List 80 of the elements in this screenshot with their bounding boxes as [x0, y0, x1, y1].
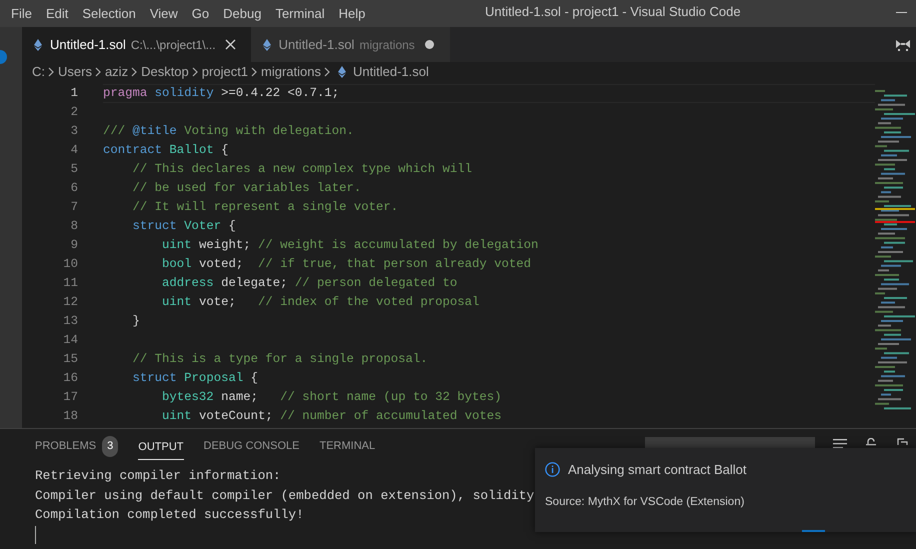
line-number: 4: [70, 142, 79, 159]
chevron-icon: [94, 67, 102, 77]
file-icon: [262, 39, 271, 51]
line-number: 6: [70, 180, 79, 197]
text-cursor: [35, 526, 36, 544]
editor-tab[interactable]: Untitled-1.sol migrations: [250, 27, 450, 62]
panel-tab[interactable]: TERMINAL: [309, 429, 386, 464]
code-line: }: [132, 313, 140, 330]
line-number: 9: [70, 237, 79, 254]
code-line: bytes32 name; // short name (up to 32 bytes): [161, 389, 502, 406]
code-line: struct Voter {: [132, 218, 236, 235]
line-number: 2: [70, 104, 79, 121]
progress-indicator: [802, 530, 825, 532]
output-line: Compiler using default compiler (embedded on extension), solidity: [35, 486, 534, 504]
line-number: 5: [70, 161, 79, 178]
split-view-icon[interactable]: [895, 38, 911, 52]
breadcrumb-item[interactable]: Desktop: [141, 62, 189, 82]
code-line: // This is a type for a single proposal.: [132, 351, 428, 368]
code-line: // be used for variables later.: [132, 180, 362, 197]
code-line: bool voted; // if true, that person already voted: [161, 256, 532, 273]
menu-item[interactable]: File: [4, 2, 39, 26]
line-number: 15: [62, 351, 79, 368]
output-line: Retrieving compiler information:: [35, 467, 281, 485]
file-icon: [34, 39, 42, 51]
file-icon: [338, 66, 346, 78]
chevron-icon: [48, 67, 55, 77]
menu-item[interactable]: Selection: [75, 2, 143, 26]
menu-item[interactable]: Debug: [216, 2, 268, 26]
menu-item[interactable]: Edit: [38, 2, 76, 26]
line-number: 8: [70, 218, 79, 235]
count-badge: 3: [102, 436, 118, 457]
chevron-icon: [251, 67, 258, 77]
code-line: struct Proposal {: [132, 370, 258, 387]
chevron-icon: [324, 67, 331, 77]
lock-icon[interactable]: [865, 438, 877, 446]
breadcrumb-item[interactable]: migrations: [261, 62, 321, 82]
breadcrumb-item[interactable]: Untitled-1.sol: [353, 62, 429, 82]
line-number: 12: [62, 294, 79, 311]
line-number: 17: [62, 389, 79, 406]
menu-item[interactable]: Terminal: [268, 2, 332, 26]
code-line: uint weight; // weight is accumulated by delegation: [161, 237, 538, 254]
code-line: // It will represent a single voter.: [132, 199, 398, 216]
panel-tab[interactable]: OUTPUT: [128, 429, 194, 464]
info-icon: [545, 462, 560, 478]
chevron-icon: [131, 67, 138, 77]
list-icon[interactable]: [833, 439, 847, 449]
line-number: 18: [62, 408, 79, 425]
panel-tab[interactable]: DEBUG CONSOLE: [194, 429, 310, 464]
menu-item[interactable]: Help: [332, 2, 372, 26]
breadcrumb-item[interactable]: Users: [58, 62, 92, 82]
line-number: 3: [70, 123, 79, 140]
clear-output-icon[interactable]: [897, 438, 909, 446]
menu-item[interactable]: View: [142, 2, 185, 26]
window-title: Untitled-1.sol - project1 - Visual Studio Code: [485, 3, 741, 21]
unsaved-dot-icon: [425, 40, 434, 49]
breadcrumb-item[interactable]: C:: [32, 62, 45, 82]
code-line: address delegate; // person delegated to: [161, 275, 458, 292]
menu-item[interactable]: Go: [184, 2, 216, 26]
chevron-icon: [192, 67, 199, 77]
code-line: uint vote; // index of the voted proposal: [161, 294, 480, 311]
code-line: /// @title Voting with delegation.: [103, 123, 354, 140]
line-number: 13: [62, 313, 79, 330]
line-number: 14: [62, 332, 79, 349]
close-icon[interactable]: [225, 39, 236, 50]
breadcrumb-item[interactable]: aziz: [104, 62, 128, 82]
output-line: Compilation completed successfully!: [35, 506, 304, 524]
notification-message: Analysing smart contract Ballot: [568, 461, 746, 479]
code-line: uint voteCount; // number of accumulated votes: [161, 408, 502, 425]
editor-tab[interactable]: Untitled-1.sol C:\...\project1\...: [22, 27, 251, 62]
line-number: 11: [62, 275, 79, 292]
line-number: 10: [62, 256, 79, 273]
code-line: pragma solidity >=0.4.22 <0.7.1;: [103, 86, 340, 100]
line-number: 7: [70, 199, 79, 216]
breadcrumb-item[interactable]: project1: [202, 62, 248, 82]
code-line: // This declares a new complex type which will: [132, 161, 472, 178]
line-number: 1: [70, 85, 79, 102]
notification-source: Source: MythX for VSCode (Extension): [544, 494, 746, 510]
code-line: contract Ballot {: [103, 142, 228, 159]
panel-tab[interactable]: PROBLEMS 3: [25, 429, 128, 464]
line-number: 16: [62, 370, 79, 387]
